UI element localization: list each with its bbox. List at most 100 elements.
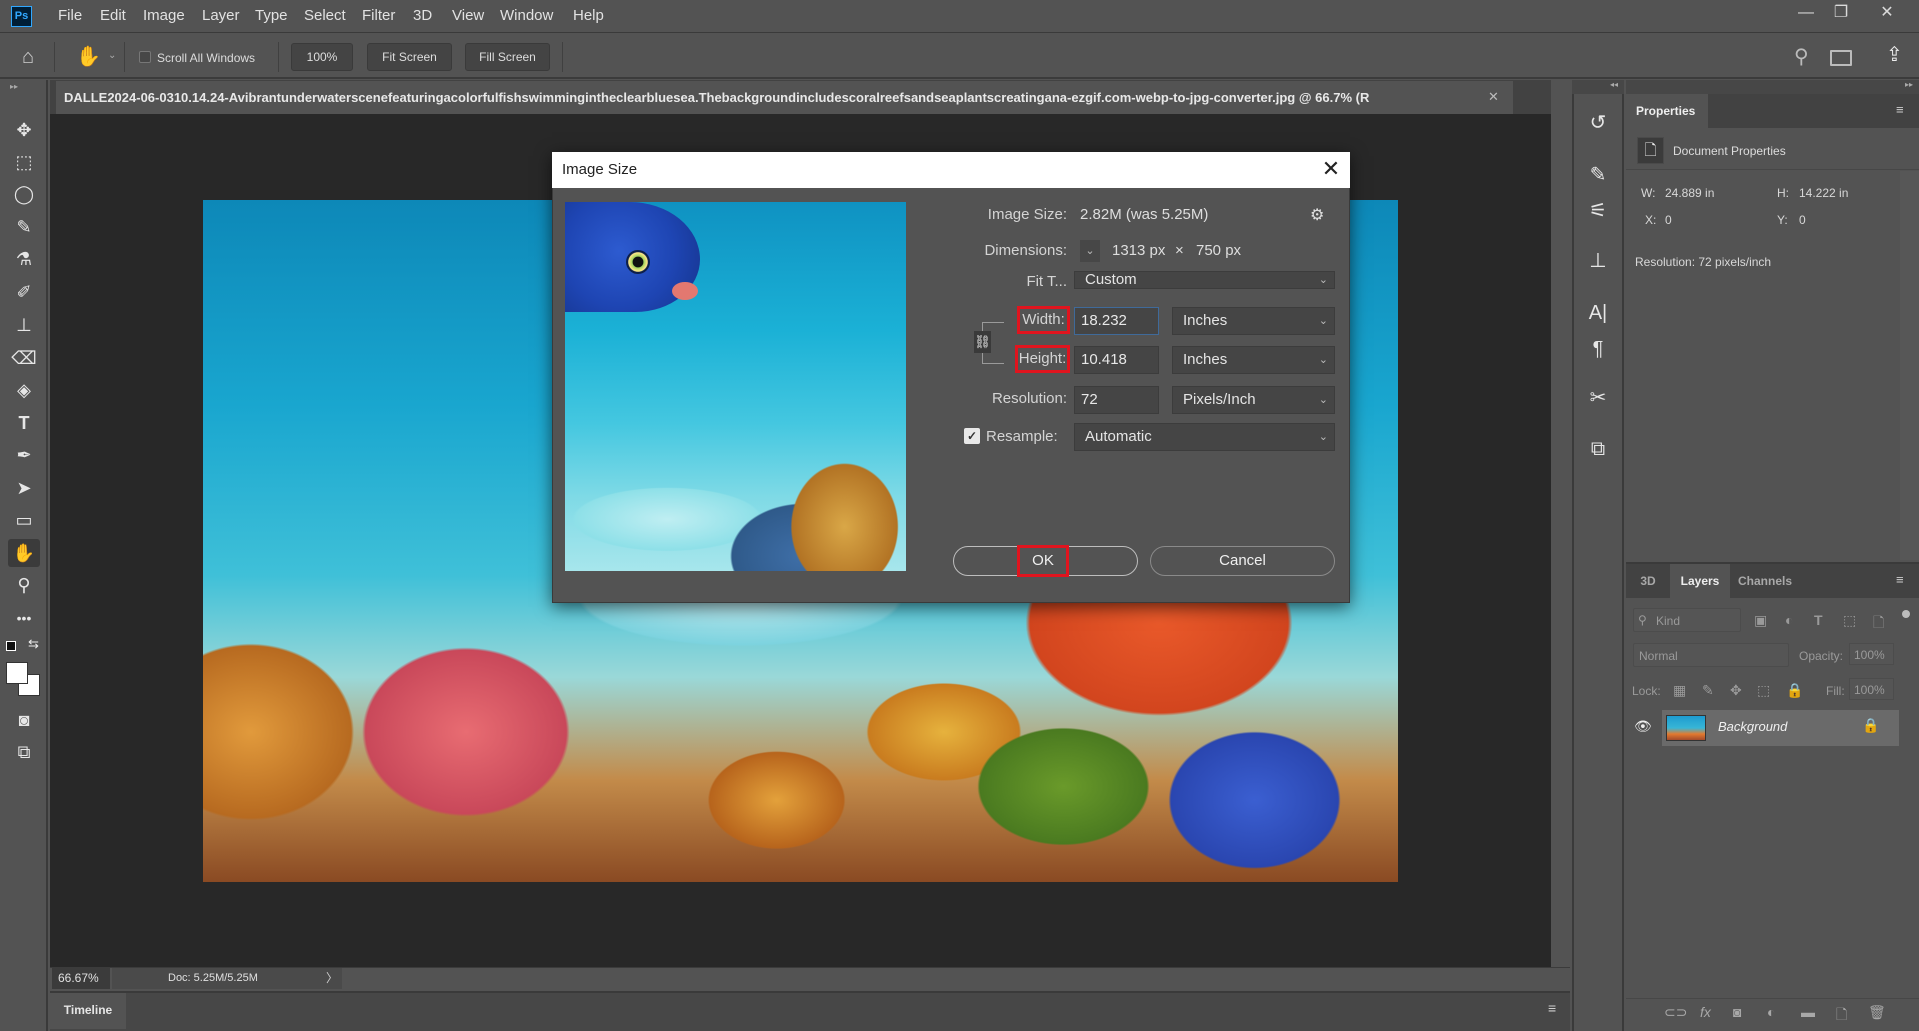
layer-filter-kind-select[interactable] xyxy=(1633,608,1741,632)
layers-menu-icon[interactable]: ≡ xyxy=(1896,572,1904,587)
height-input[interactable]: 10.418 xyxy=(1074,346,1159,374)
resample-method-select[interactable]: Automatic ⌄ xyxy=(1074,423,1335,451)
paragraph-panel-icon[interactable]: ¶ xyxy=(1582,334,1614,364)
filter-toggle[interactable] xyxy=(1902,610,1910,618)
properties-scrollbar[interactable] xyxy=(1900,171,1919,560)
foreground-color-swatch[interactable] xyxy=(6,662,28,684)
tool-preset-chevron-icon[interactable]: ⌄ xyxy=(108,50,116,61)
close-document-icon[interactable]: ✕ xyxy=(1488,89,1499,105)
tab-properties[interactable]: Properties xyxy=(1626,94,1708,128)
restore-button[interactable]: ❐ xyxy=(1824,0,1858,28)
filter-pixel-icon[interactable]: ▣ xyxy=(1754,612,1767,629)
resolution-unit-select[interactable]: Pixels/Inch ⌄ xyxy=(1172,386,1335,414)
layer-name[interactable]: Background xyxy=(1718,719,1787,734)
constrain-proportions-link-icon[interactable]: ⛓ xyxy=(974,331,991,353)
libraries-panel-icon[interactable]: ⧉ xyxy=(1582,434,1614,464)
menu-select[interactable]: Select xyxy=(304,7,346,24)
menu-layer[interactable]: Layer xyxy=(202,7,240,24)
new-group-icon[interactable]: ▬ xyxy=(1801,1004,1815,1020)
properties-menu-icon[interactable]: ≡ xyxy=(1896,102,1904,117)
resolution-input[interactable]: 72 xyxy=(1074,386,1159,414)
share-icon[interactable]: ⇪ xyxy=(1886,42,1903,67)
zoom-level-field[interactable]: 66.67% xyxy=(52,968,110,989)
fill-screen-button[interactable]: Fill Screen xyxy=(465,43,550,71)
width-input[interactable]: 18.232 xyxy=(1074,307,1159,335)
menu-help[interactable]: Help xyxy=(573,7,604,24)
search-icon[interactable]: ⚲ xyxy=(1794,44,1809,69)
history-panel-icon[interactable]: ↺ xyxy=(1582,108,1614,138)
ok-button-label[interactable]: OK xyxy=(1017,545,1069,577)
healing-brush-tool-icon[interactable]: ✐ xyxy=(8,278,40,306)
resample-checkbox[interactable]: ✓ xyxy=(964,428,980,444)
delete-layer-icon[interactable]: 🗑 xyxy=(1868,1004,1886,1021)
quick-select-tool-icon[interactable]: ✎ xyxy=(8,213,40,241)
screen-mode-icon[interactable]: ⧉ xyxy=(8,738,40,766)
stamp-tool-icon[interactable]: ⊥ xyxy=(8,311,40,339)
paint-bucket-tool-icon[interactable]: ◈ xyxy=(8,376,40,404)
layer-style-fx-icon[interactable]: fx xyxy=(1700,1004,1711,1020)
default-colors-icon[interactable] xyxy=(6,641,16,651)
minimize-button[interactable]: — xyxy=(1789,0,1823,28)
close-window-button[interactable]: ✕ xyxy=(1870,0,1904,28)
quick-mask-icon[interactable]: ◙ xyxy=(8,706,40,734)
dialog-close-button[interactable]: ✕ xyxy=(1318,156,1344,184)
menu-window[interactable]: Window xyxy=(500,7,553,24)
eraser-tool-icon[interactable]: ⌫ xyxy=(8,344,40,372)
lock-artboard-icon[interactable]: ⬚ xyxy=(1757,682,1770,699)
move-tool-icon[interactable]: ✥ xyxy=(8,116,40,144)
filter-adjustment-icon[interactable]: ◐ xyxy=(1785,612,1793,628)
adjustment-layer-icon[interactable]: ◐ xyxy=(1767,1004,1775,1020)
menu-edit[interactable]: Edit xyxy=(100,7,126,24)
brushes-panel-icon[interactable]: ⚟ xyxy=(1582,196,1614,226)
menu-view[interactable]: View xyxy=(452,7,484,24)
clone-source-panel-icon[interactable]: ⊥ xyxy=(1582,246,1614,276)
tab-layers[interactable]: Layers xyxy=(1670,564,1730,598)
type-tool-icon[interactable]: T xyxy=(8,409,40,437)
workspace-icon[interactable] xyxy=(1830,50,1852,66)
lock-position-icon[interactable]: ✥ xyxy=(1730,682,1742,699)
lasso-tool-icon[interactable]: ◯ xyxy=(8,180,40,208)
cancel-button[interactable]: Cancel xyxy=(1150,546,1335,576)
swap-colors-icon[interactable]: ⇆ xyxy=(28,636,39,652)
dialog-title-bar[interactable] xyxy=(552,152,1350,188)
width-unit-select[interactable]: Inches ⌄ xyxy=(1172,307,1335,335)
fit-screen-button[interactable]: Fit Screen xyxy=(367,43,452,71)
menu-3d[interactable]: 3D xyxy=(413,7,432,24)
zoom-100-button[interactable]: 100% xyxy=(291,43,353,71)
more-tools-icon[interactable]: ••• xyxy=(8,604,40,632)
dock-collapse-icon[interactable]: ◂◂ xyxy=(1572,80,1624,94)
dimensions-units-dropdown[interactable]: ⌄ xyxy=(1080,240,1100,262)
eyedropper-tool-icon[interactable]: ⚗ xyxy=(8,245,40,273)
menu-filter[interactable]: Filter xyxy=(362,7,395,24)
filter-smart-object-icon[interactable]: 🗋 xyxy=(1873,612,1884,636)
character-panel-icon[interactable]: A| xyxy=(1582,298,1614,328)
tab-channels[interactable]: Channels xyxy=(1730,564,1800,598)
scroll-all-windows-checkbox[interactable] xyxy=(139,51,151,63)
tool-presets-panel-icon[interactable]: ✂ xyxy=(1582,383,1614,413)
layer-lock-icon[interactable]: 🔒 xyxy=(1862,717,1879,734)
zoom-tool-icon[interactable]: ⚲ xyxy=(8,571,40,599)
panel-collapse-icon[interactable]: ▸▸ xyxy=(1626,80,1919,94)
rectangle-tool-icon[interactable]: ▭ xyxy=(8,506,40,534)
marquee-tool-icon[interactable]: ⬚ xyxy=(8,148,40,176)
document-tab[interactable]: DALLE2024-06-0310.14.24-Avibrantunderwat… xyxy=(56,81,1513,114)
new-layer-icon[interactable]: 🗋 xyxy=(1836,1004,1847,1028)
status-menu-arrow-icon[interactable]: 〉 xyxy=(326,968,338,989)
lock-all-icon[interactable]: 🔒 xyxy=(1786,682,1803,699)
visibility-eye-icon[interactable]: 👁 xyxy=(1634,718,1652,735)
settings-gear-icon[interactable]: ⚙ xyxy=(1310,205,1324,225)
hand-tool-active-icon[interactable]: ✋ xyxy=(8,539,40,567)
filter-type-icon[interactable]: T xyxy=(1814,612,1823,628)
lock-transparent-icon[interactable]: ▦ xyxy=(1673,682,1686,699)
brush-settings-panel-icon[interactable]: ✎ xyxy=(1582,160,1614,190)
timeline-tab[interactable]: Timeline xyxy=(50,993,126,1029)
pen-tool-icon[interactable]: ✒ xyxy=(8,441,40,469)
toolbar-collapse-icon[interactable]: ▸▸ xyxy=(10,82,18,91)
path-selection-tool-icon[interactable]: ➤ xyxy=(8,474,40,502)
lock-image-icon[interactable]: ✎ xyxy=(1702,682,1714,699)
timeline-menu-icon[interactable]: ≡ xyxy=(1548,1000,1556,1016)
height-unit-select[interactable]: Inches ⌄ xyxy=(1172,346,1335,374)
canvas-scrollbar[interactable] xyxy=(1551,114,1570,967)
menu-type[interactable]: Type xyxy=(255,7,288,24)
menu-file[interactable]: File xyxy=(58,7,82,24)
